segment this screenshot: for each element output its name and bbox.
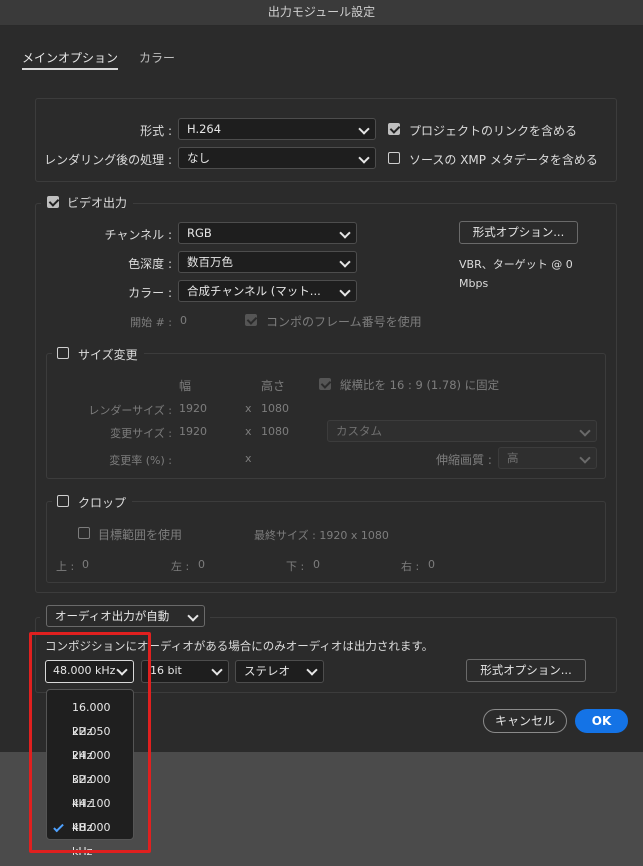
audio-channels-dropdown[interactable]: ステレオ	[235, 660, 324, 683]
start-label: 開始 # :	[130, 316, 172, 329]
final-size-label: 最終サイズ : 1920 x 1080	[254, 529, 389, 542]
use-comp-frame-checkbox[interactable]	[245, 314, 257, 326]
resize-label: サイズ変更	[78, 348, 138, 362]
chevron-down-icon	[339, 227, 351, 239]
lock-aspect-checkbox[interactable]	[319, 378, 331, 390]
format-info-line2: Mbps	[459, 277, 489, 290]
quality-label: 伸縮画質 :	[436, 453, 492, 467]
resize-times: x	[245, 425, 252, 438]
render-size-label: レンダーサイズ :	[88, 404, 172, 417]
post-render-label: レンダリング後の処理 :	[44, 153, 172, 167]
lock-aspect-label: 縦横比を 16 : 9 (1.78) に固定	[340, 378, 500, 392]
tab-color[interactable]: カラー	[139, 49, 175, 66]
resize-pct-label: 変更率 (%) :	[109, 454, 172, 467]
bit-depth-value: 16 bit	[150, 664, 182, 677]
resize-preset-dropdown[interactable]: カスタム	[327, 420, 597, 442]
tab-active-indicator	[22, 68, 118, 70]
include-project-link-label: プロジェクトのリンクを含める	[409, 124, 578, 138]
crop-left-value[interactable]: 0	[198, 558, 205, 571]
video-output-checkbox[interactable]	[47, 196, 59, 208]
quality-value: 高	[507, 451, 519, 465]
channels-value: RGB	[187, 226, 212, 240]
format-label: 形式 :	[140, 124, 172, 138]
crop-bottom-value[interactable]: 0	[313, 558, 320, 571]
use-roi-label: 目標範囲を使用	[98, 528, 183, 542]
chevron-down-icon	[579, 452, 591, 464]
bit-depth-dropdown[interactable]: 16 bit	[141, 660, 229, 683]
audio-format-options-button[interactable]: 形式オプション...	[466, 659, 586, 682]
title-bar: 出力モジュール設定	[0, 0, 643, 26]
render-times: x	[245, 402, 252, 415]
depth-label: 色深度 :	[128, 257, 172, 271]
post-render-dropdown[interactable]: なし	[178, 147, 376, 169]
color-dropdown[interactable]: 合成チャンネル (マット...	[178, 280, 357, 302]
window-title: 出力モジュール設定	[267, 5, 376, 19]
chevron-down-icon	[306, 664, 318, 676]
resize-to-label: 変更サイズ :	[110, 427, 172, 440]
include-xmp-label: ソースの XMP メタデータを含める	[409, 153, 598, 167]
start-value: 0	[180, 314, 187, 327]
use-roi-checkbox[interactable]	[78, 527, 90, 539]
chevron-down-icon	[358, 123, 370, 135]
resize-pct-times: x	[245, 452, 252, 465]
cancel-button[interactable]: キャンセル	[483, 709, 567, 733]
post-render-value: なし	[187, 151, 210, 165]
quality-dropdown[interactable]: 高	[498, 447, 597, 469]
video-output-label: ビデオ出力	[67, 196, 128, 210]
crop-checkbox[interactable]	[57, 495, 69, 507]
ok-button[interactable]: OK	[575, 709, 628, 733]
crop-top-label: 上 :	[56, 560, 75, 573]
format-value: H.264	[187, 122, 222, 136]
color-label: カラー :	[128, 286, 172, 300]
crop-right-value[interactable]: 0	[428, 558, 435, 571]
chevron-down-icon	[339, 256, 351, 268]
resize-height[interactable]: 1080	[261, 425, 289, 438]
format-dropdown[interactable]: H.264	[178, 118, 376, 140]
crop-left-label: 左 :	[171, 560, 190, 573]
crop-top-value[interactable]: 0	[82, 558, 89, 571]
chevron-down-icon	[187, 610, 199, 622]
chevron-down-icon	[358, 152, 370, 164]
resize-width[interactable]: 1920	[179, 425, 207, 438]
resize-preset-value: カスタム	[336, 424, 382, 438]
chevron-down-icon	[211, 664, 223, 676]
channels-label: チャンネル :	[104, 228, 173, 242]
crop-bottom-label: 下 :	[286, 560, 305, 573]
chevron-down-icon	[579, 425, 591, 437]
depth-value: 数百万色	[187, 255, 233, 269]
audio-mode-value: オーディオ出力が自動	[55, 609, 170, 623]
include-xmp-checkbox[interactable]	[388, 152, 400, 164]
audio-channels-value: ステレオ	[244, 664, 290, 678]
crop-right-label: 右 :	[401, 560, 420, 573]
format-info-line1: VBR、ターゲット @ 0	[459, 258, 573, 271]
include-project-link-checkbox[interactable]	[388, 123, 400, 135]
highlight-box	[29, 632, 151, 853]
depth-dropdown[interactable]: 数百万色	[178, 251, 357, 273]
color-value: 合成チャンネル (マット...	[187, 284, 321, 298]
audio-mode-dropdown[interactable]: オーディオ出力が自動	[46, 605, 205, 627]
render-width: 1920	[179, 402, 207, 415]
resize-checkbox[interactable]	[57, 347, 69, 359]
crop-label: クロップ	[78, 496, 127, 510]
width-header: 幅	[179, 379, 192, 393]
format-panel	[35, 98, 617, 182]
use-comp-frame-label: コンポのフレーム番号を使用	[266, 315, 422, 329]
video-format-options-button[interactable]: 形式オプション...	[459, 221, 578, 244]
tab-main-options[interactable]: メインオプション	[22, 49, 118, 66]
chevron-down-icon	[339, 285, 351, 297]
channels-dropdown[interactable]: RGB	[178, 222, 357, 244]
height-header: 高さ	[261, 379, 286, 393]
render-height: 1080	[261, 402, 289, 415]
